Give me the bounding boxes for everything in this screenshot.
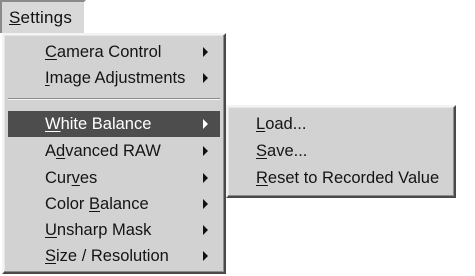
menu-settings[interactable]: Settings	[0, 0, 86, 33]
menu-item-label: Size / Resolution	[45, 246, 169, 265]
white-balance-submenu: Load... Save... Reset to Recorded Value	[226, 105, 456, 198]
menu-item-label: Curves	[45, 168, 98, 187]
menu-item-label: Color Balance	[45, 194, 149, 213]
menu-item-curves[interactable]: Curves	[8, 165, 220, 191]
menu-item-label: Reset to Recorded Value	[256, 168, 440, 187]
menu-item-label: Image Adjustments	[45, 68, 186, 87]
submenu-arrow-icon	[203, 146, 208, 156]
menu-item-save[interactable]: Save...	[232, 138, 450, 164]
submenu-arrow-icon	[203, 47, 208, 57]
menu-item-label: Save...	[256, 141, 308, 160]
menu-item-white-balance[interactable]: White Balance	[8, 111, 220, 137]
menu-settings-label: Settings	[9, 7, 73, 27]
submenu-arrow-icon	[203, 199, 208, 209]
menu-item-label: Unsharp Mask	[45, 220, 152, 239]
submenu-arrow-icon	[203, 251, 208, 261]
menu-item-size-resolution[interactable]: Size / Resolution	[8, 243, 220, 269]
menu-item-advanced-raw[interactable]: Advanced RAW	[8, 138, 220, 164]
submenu-arrow-icon	[203, 73, 208, 83]
settings-dropdown: Camera Control Image Adjustments White B…	[2, 33, 226, 274]
screen: Settings Camera Control Image Adjustment…	[0, 0, 475, 276]
menu-separator	[8, 98, 220, 100]
submenu-arrow-icon	[203, 173, 208, 183]
menu-item-camera-control[interactable]: Camera Control	[8, 39, 220, 65]
menu-item-label: Load...	[256, 114, 307, 133]
submenu-arrow-icon	[203, 119, 208, 129]
menu-item-label: Camera Control	[45, 42, 162, 61]
menu-item-load[interactable]: Load...	[232, 111, 450, 137]
menu-item-reset-to-recorded-value[interactable]: Reset to Recorded Value	[232, 165, 450, 191]
submenu-arrow-icon	[203, 225, 208, 235]
menu-item-image-adjustments[interactable]: Image Adjustments	[8, 65, 220, 91]
menu-item-label: White Balance	[45, 114, 152, 133]
menu-item-label: Advanced RAW	[45, 141, 161, 160]
menu-item-unsharp-mask[interactable]: Unsharp Mask	[8, 217, 220, 243]
menu-item-color-balance[interactable]: Color Balance	[8, 191, 220, 217]
